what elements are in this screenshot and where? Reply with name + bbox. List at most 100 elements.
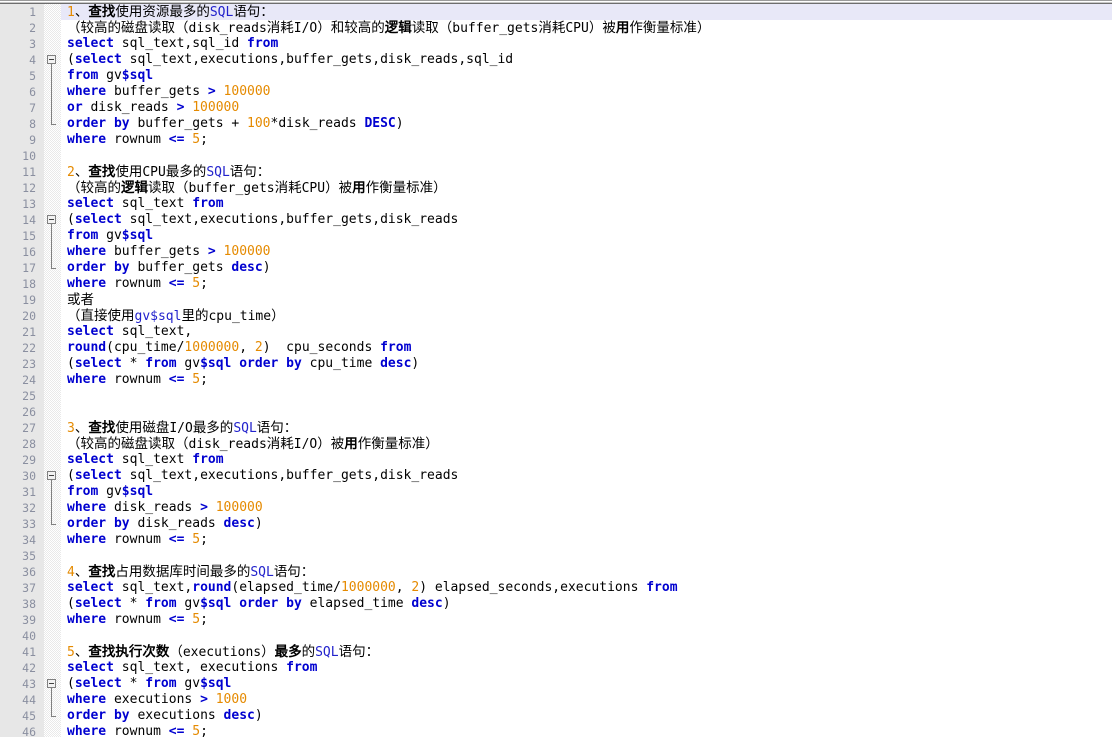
code-token: select xyxy=(67,36,114,51)
code-token: sql_text, xyxy=(113,324,193,339)
code-token: , xyxy=(395,580,412,595)
code-line[interactable]: where buffer_gets > 100000 xyxy=(61,84,1112,100)
code-line[interactable]: 3、查找使用磁盘I/O最多的SQL语句： xyxy=(61,420,1112,436)
code-line[interactable]: 5、查找执行次数（executions）最多的SQL语句： xyxy=(61,644,1112,660)
code-line[interactable]: select sql_text from xyxy=(61,452,1112,468)
line-number: 36 xyxy=(22,565,36,579)
code-line[interactable]: (select * from gv$sql xyxy=(61,676,1112,692)
code-line[interactable] xyxy=(61,148,1112,164)
code-line[interactable]: （直接使用gv$sql里的cpu_time） xyxy=(61,308,1112,324)
line-number: 30 xyxy=(22,469,36,483)
fold-collapse-icon[interactable] xyxy=(47,55,56,64)
code-token: sql_text,executions,buffer_gets,disk_rea… xyxy=(121,212,459,227)
code-folding-margin[interactable] xyxy=(44,4,61,737)
fold-collapse-icon[interactable] xyxy=(47,471,56,480)
code-text-area[interactable]: 1、查找使用资源最多的SQL语句： （较高的磁盘读取（disk_reads消耗I/… xyxy=(61,4,1112,737)
code-line[interactable]: where rownum <= 5; xyxy=(61,372,1112,388)
fold-end-marker xyxy=(51,716,56,717)
code-line[interactable]: from gv$sql xyxy=(61,228,1112,244)
code-line[interactable]: （较高的逻辑读取（buffer_gets消耗CPU）被用作衡量标准） xyxy=(61,180,1112,196)
code-token: from xyxy=(67,484,99,499)
line-number: 25 xyxy=(22,389,36,403)
code-token: 、 xyxy=(74,420,89,436)
code-token: SQL xyxy=(209,5,234,20)
code-token: round xyxy=(67,340,107,355)
code-token: <= xyxy=(168,724,185,737)
code-line[interactable]: order by executions desc) xyxy=(61,708,1112,724)
line-number: 32 xyxy=(22,501,36,515)
code-line[interactable]: select sql_text from xyxy=(61,196,1112,212)
code-token: ) xyxy=(442,596,451,611)
line-number: 11 xyxy=(22,165,36,179)
code-line[interactable]: (select * from gv$sql order by cpu_time … xyxy=(61,356,1112,372)
code-line[interactable]: where rownum <= 5; xyxy=(61,532,1112,548)
code-token: from xyxy=(646,580,678,595)
code-line[interactable]: order by disk_reads desc) xyxy=(61,516,1112,532)
code-line[interactable]: select sql_text, executions from xyxy=(61,660,1112,676)
code-line[interactable] xyxy=(61,388,1112,404)
fold-guide-line xyxy=(51,68,52,84)
line-number: 34 xyxy=(22,533,36,547)
code-line[interactable]: (select sql_text,executions,buffer_gets,… xyxy=(61,212,1112,228)
code-token: select xyxy=(67,324,114,339)
code-line[interactable]: （较高的磁盘读取（disk_reads消耗I/O）和较高的逻辑读取（buffer… xyxy=(61,20,1112,36)
code-line[interactable]: 4、查找占用数据库时间最多的SQL语句： xyxy=(61,564,1112,580)
code-token: buffer_gets xyxy=(106,84,208,99)
code-line[interactable]: where rownum <= 5; xyxy=(61,612,1112,628)
code-token: <= xyxy=(168,132,185,147)
code-line[interactable]: from gv$sql xyxy=(61,484,1112,500)
code-token: ）被 xyxy=(588,20,616,36)
code-line[interactable]: select sql_text,sql_id from xyxy=(61,36,1112,52)
code-line[interactable]: order by buffer_gets + 100*disk_reads DE… xyxy=(61,116,1112,132)
code-token: 1000000 xyxy=(340,580,396,595)
code-token: (cpu_time/ xyxy=(106,340,185,355)
code-line[interactable]: where rownum <= 5; xyxy=(61,276,1112,292)
code-token: buffer_gets xyxy=(106,244,208,259)
line-number: 12 xyxy=(22,181,36,195)
line-number: 38 xyxy=(22,597,36,611)
code-line[interactable] xyxy=(61,548,1112,564)
code-token: round xyxy=(192,580,232,595)
code-token: from xyxy=(145,356,177,371)
code-token: rownum xyxy=(106,532,169,547)
code-line[interactable]: (select * from gv$sql order by elapsed_t… xyxy=(61,596,1112,612)
code-token: sql_text, executions xyxy=(113,660,287,675)
code-line[interactable] xyxy=(61,628,1112,644)
fold-guide-line xyxy=(51,244,52,260)
code-token: elapsed_time xyxy=(301,596,412,611)
code-token: 3 xyxy=(67,421,75,436)
code-token: 里的 xyxy=(181,308,209,324)
code-token: gv xyxy=(98,484,122,499)
code-line[interactable]: select sql_text,round(elapsed_time/10000… xyxy=(61,580,1112,596)
code-line[interactable]: order by buffer_gets desc) xyxy=(61,260,1112,276)
code-line[interactable]: (select sql_text,executions,buffer_gets,… xyxy=(61,52,1112,68)
code-line[interactable]: select sql_text, xyxy=(61,324,1112,340)
code-token: $sql order by xyxy=(200,596,302,611)
line-number: 20 xyxy=(22,309,36,323)
code-line[interactable]: 或者 xyxy=(61,292,1112,308)
line-number: 14 xyxy=(22,213,36,227)
code-line[interactable]: or disk_reads > 100000 xyxy=(61,100,1112,116)
code-line[interactable] xyxy=(61,404,1112,420)
code-line[interactable]: (select sql_text,executions,buffer_gets,… xyxy=(61,468,1112,484)
code-line[interactable]: where disk_reads > 100000 xyxy=(61,500,1112,516)
code-token: 5 xyxy=(192,372,201,387)
code-token: ; xyxy=(200,132,208,147)
code-line[interactable]: （较高的磁盘读取（disk_reads消耗I/O）被用作衡量标准） xyxy=(61,436,1112,452)
code-line[interactable]: where executions > 1000 xyxy=(61,692,1112,708)
code-line[interactable]: 2、查找使用CPU最多的SQL语句： xyxy=(61,164,1112,180)
code-token: or xyxy=(67,100,83,115)
code-line[interactable]: from gv$sql xyxy=(61,68,1112,84)
code-token: desc xyxy=(223,516,255,531)
code-token: buffer_gets + xyxy=(129,116,248,131)
code-token: from xyxy=(145,676,177,691)
fold-collapse-icon[interactable] xyxy=(47,679,56,688)
code-line[interactable]: where buffer_gets > 100000 xyxy=(61,244,1112,260)
code-line[interactable]: 1、查找使用资源最多的SQL语句： xyxy=(61,4,1112,20)
code-line[interactable]: round(cpu_time/1000000, 2) cpu_seconds f… xyxy=(61,340,1112,356)
code-line[interactable]: where rownum <= 5; xyxy=(61,724,1112,737)
fold-end-marker xyxy=(51,124,56,125)
fold-collapse-icon[interactable] xyxy=(47,215,56,224)
code-line[interactable]: where rownum <= 5; xyxy=(61,132,1112,148)
